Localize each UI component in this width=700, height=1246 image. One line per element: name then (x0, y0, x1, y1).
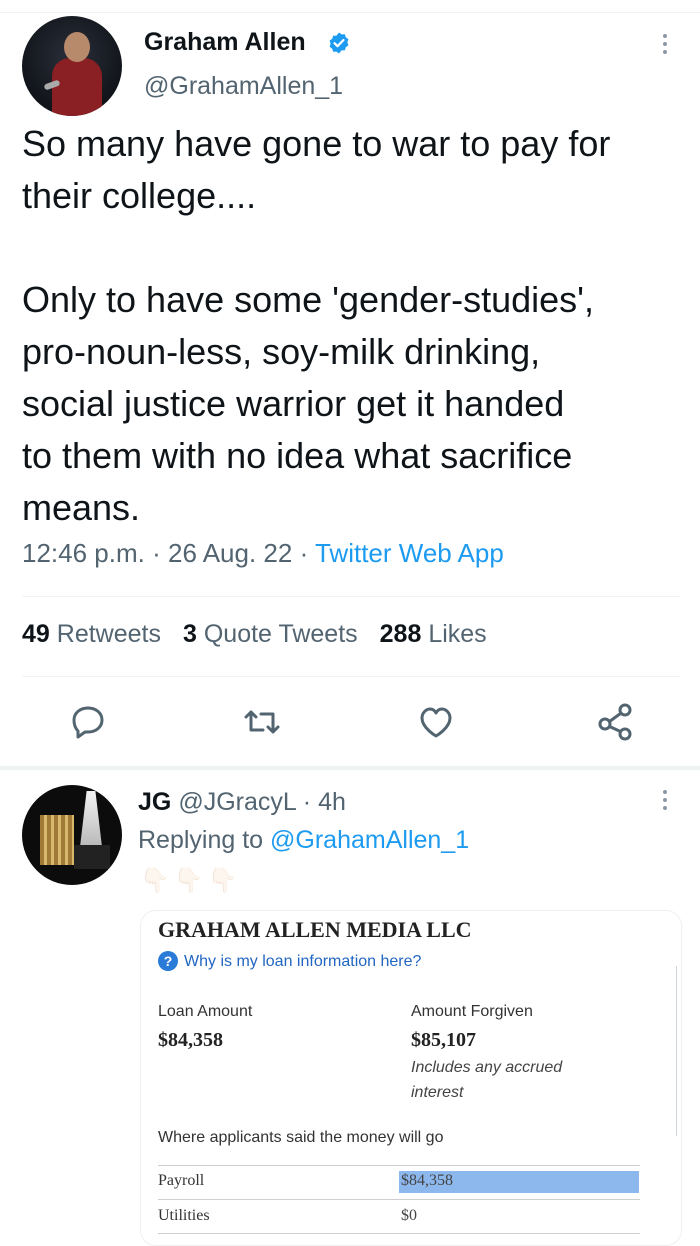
loan-info-screenshot[interactable]: GRAHAM ALLEN MEDIA LLC ? Why is my loan i… (140, 910, 682, 1246)
likes-stat[interactable]: 288 Likes (380, 620, 487, 648)
company-name: GRAHAM ALLEN MEDIA LLC (158, 917, 472, 942)
payroll-label: Payroll (158, 1172, 205, 1189)
reply-header: JG @JGracyL · 4h (138, 788, 346, 817)
tweet-source[interactable]: Twitter Web App (315, 538, 504, 568)
amount-forgiven-label: Amount Forgiven (411, 1003, 533, 1020)
tweet-time[interactable]: 12:46 p.m. (22, 538, 145, 568)
money-use-heading: Where applicants said the money will go (158, 1129, 444, 1146)
reply-age[interactable]: 4h (318, 788, 346, 816)
retweets-stat[interactable]: 49 Retweets (22, 620, 161, 648)
tweet-meta: 12:46 p.m. · 26 Aug. 22 · Twitter Web Ap… (22, 538, 504, 569)
meta-separator: · (302, 788, 319, 816)
replying-to: Replying to @GrahamAllen_1 (138, 826, 470, 854)
tweet-date[interactable]: 26 Aug. 22 (168, 538, 292, 568)
tweet-text: So many have gone to war to pay for thei… (22, 123, 611, 528)
author-handle[interactable]: @GrahamAllen_1 (144, 72, 343, 101)
quotes-stat[interactable]: 3 Quote Tweets (183, 620, 358, 648)
reply-author-avatar[interactable] (22, 785, 122, 885)
meta-separator: · (299, 538, 315, 568)
like-icon[interactable] (414, 700, 458, 744)
reply-author-name[interactable]: JG (138, 788, 171, 816)
divider (22, 676, 680, 677)
top-divider (0, 12, 700, 13)
pointing-down-emojis: 👇🏻👇🏻👇🏻 (140, 867, 242, 894)
retweet-icon[interactable] (240, 700, 284, 744)
meta-separator: · (152, 538, 168, 568)
author-avatar[interactable] (22, 16, 122, 116)
more-icon[interactable] (650, 30, 680, 64)
row-divider (158, 1233, 640, 1234)
loan-info-help-link[interactable]: ? Why is my loan information here? (158, 951, 421, 971)
forgiven-note: Includes any accrued interest (411, 1059, 563, 1101)
author-name[interactable]: Graham Allen (144, 28, 306, 57)
divider (22, 596, 680, 597)
engagement-stats: 49 Retweets 3 Quote Tweets 288 Likes (22, 620, 487, 649)
verified-badge-icon (329, 32, 349, 54)
card-scrollbar[interactable] (676, 966, 681, 1136)
amount-forgiven-value: $85,107 (411, 1029, 476, 1051)
row-divider (158, 1165, 640, 1166)
loan-amount-value: $84,358 (158, 1029, 223, 1051)
utilities-value: $0 (401, 1207, 417, 1224)
reply-author-handle[interactable]: @JGracyL (178, 788, 296, 816)
share-icon[interactable] (594, 700, 638, 744)
reply-icon[interactable] (66, 700, 110, 744)
replying-to-handle[interactable]: @GrahamAllen_1 (270, 826, 469, 854)
tweet-separator (0, 766, 700, 770)
loan-amount-label: Loan Amount (158, 1003, 253, 1020)
utilities-label: Utilities (158, 1207, 210, 1224)
payroll-value: $84,358 (401, 1172, 453, 1189)
row-divider (158, 1199, 640, 1200)
help-icon: ? (158, 951, 178, 971)
more-icon[interactable] (650, 786, 680, 820)
